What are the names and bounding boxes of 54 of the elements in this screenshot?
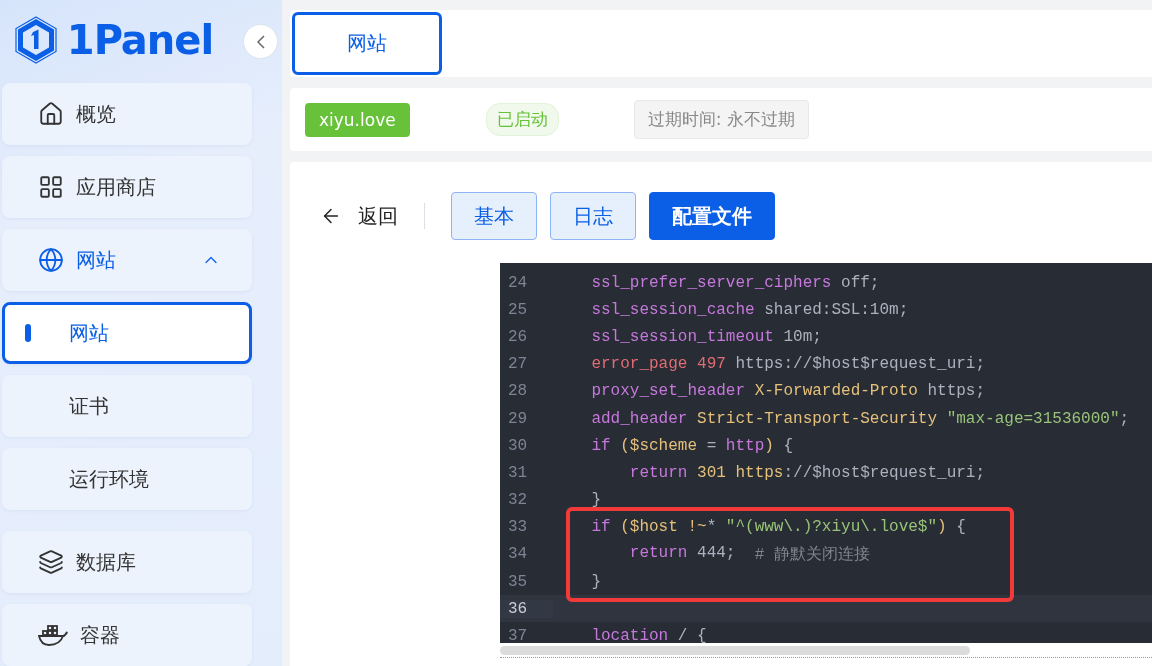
code-line: return 301 https://$host$request_uri;	[628, 463, 986, 482]
line-number: 26	[507, 327, 529, 346]
code-line: }	[590, 572, 601, 591]
submenu-item[interactable]: 网站	[2, 302, 252, 364]
menu-item[interactable]: 数据库	[2, 531, 252, 593]
domain-tag: xiyu.love	[305, 102, 410, 137]
line-number: 33	[507, 518, 529, 537]
chevron-left-icon	[256, 34, 265, 49]
code-line: return 444; # 静默关闭连接	[628, 543, 870, 565]
line-number: 36	[500, 599, 553, 618]
line-number: 24	[507, 273, 529, 292]
tab[interactable]: 网站	[292, 12, 442, 75]
code-line: ssl_prefer_server_ciphers off;	[590, 273, 880, 292]
logo-icon	[12, 14, 59, 65]
line-number: 34	[507, 545, 529, 564]
globe-icon	[38, 247, 64, 273]
line-number: 28	[507, 382, 529, 401]
line-number: 27	[507, 355, 529, 374]
code-editor[interactable]	[500, 263, 1152, 643]
submenu-item[interactable]: 证书	[2, 375, 252, 437]
scrollbar-thumb[interactable]	[500, 645, 970, 655]
menu-item[interactable]: 概览	[2, 83, 252, 145]
grid-icon	[38, 174, 64, 200]
layers-icon	[38, 549, 64, 575]
line-number: 32	[507, 491, 529, 510]
code-line: location / {	[590, 627, 707, 643]
line-number: 31	[507, 463, 529, 482]
code-line: add_header Strict-Transport-Security "max-age=31536000";	[590, 409, 1130, 428]
tab-button[interactable]: 配置文件	[649, 192, 775, 240]
code-line: if ($scheme = http) {	[590, 436, 794, 455]
line-number: 37	[507, 627, 529, 643]
back-button[interactable]: 返回	[320, 202, 398, 230]
code-line: if ($host !~* "^(www\.)?xiyu\.love$") {	[590, 518, 966, 537]
code-line: error_page 497 https://$host$request_uri;	[590, 355, 986, 374]
expiry-tag: 过期时间: 永不过期	[633, 100, 809, 139]
line-number: 35	[507, 572, 529, 591]
line-number: 25	[507, 300, 529, 319]
menu-item[interactable]: 容器	[2, 604, 252, 666]
code-line: }	[590, 491, 601, 510]
menu-item[interactable]: 应用商店	[2, 156, 252, 218]
tab-button[interactable]: 基本	[451, 192, 537, 240]
code-line: proxy_set_header X-Forwarded-Proto https;	[590, 382, 986, 401]
menu-item[interactable]: 网站	[2, 229, 252, 291]
home-icon	[38, 101, 64, 127]
code-line: ssl_session_cache shared:SSL:10m;	[590, 300, 909, 319]
submenu-item[interactable]: 运行环境	[2, 448, 252, 510]
logo-text: 1Panel	[66, 16, 214, 63]
code-line: ssl_session_timeout 10m;	[590, 327, 822, 346]
tab-button[interactable]: 日志	[550, 192, 636, 240]
collapse-button[interactable]	[243, 24, 278, 59]
line-number: 30	[507, 436, 529, 455]
status-tag: 已启动	[485, 103, 559, 136]
whale-icon	[38, 623, 68, 647]
line-number: 29	[507, 409, 529, 428]
